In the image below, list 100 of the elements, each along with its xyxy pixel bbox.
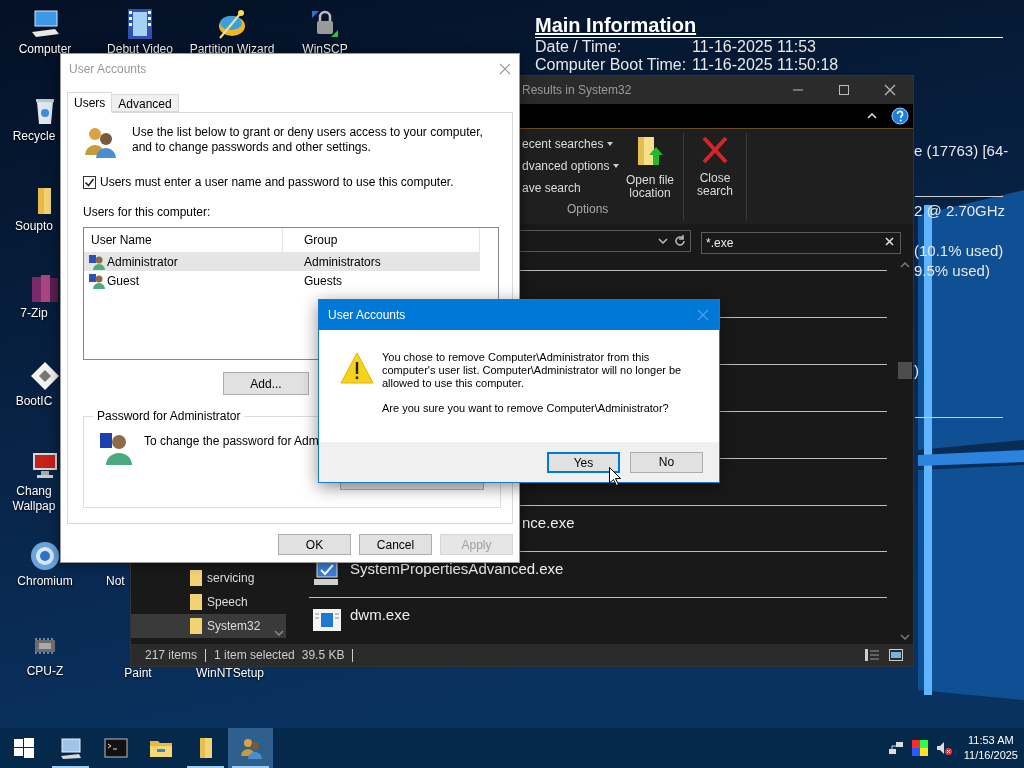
list-icon bbox=[865, 649, 879, 661]
dialog-button[interactable]: Cancel bbox=[359, 534, 432, 555]
file-name[interactable]: dwm.exe bbox=[350, 604, 411, 627]
chevron-up-icon bbox=[900, 262, 910, 268]
start-icon bbox=[14, 738, 34, 758]
network-icon bbox=[887, 740, 904, 756]
user-icon bbox=[89, 272, 105, 289]
diamond-icon bbox=[29, 360, 61, 392]
ribbon-button[interactable]: Open file location bbox=[621, 129, 679, 200]
icon-label[interactable]: BootIC bbox=[8, 394, 60, 409]
color-grid-icon bbox=[911, 740, 928, 756]
user-icon bbox=[89, 253, 105, 270]
info-label: Date / Time: bbox=[535, 38, 623, 56]
list-row[interactable]: Administrator Administrators bbox=[84, 252, 480, 271]
search-field[interactable]: *.exe bbox=[701, 232, 901, 254]
folder-icon bbox=[189, 593, 203, 611]
padlock-icon bbox=[309, 8, 341, 40]
info-text: 2 @ 2.70GHz bbox=[914, 202, 1006, 220]
group-label: Options bbox=[566, 201, 610, 218]
monitor-icon bbox=[29, 8, 61, 40]
tab[interactable]: Users bbox=[67, 92, 113, 113]
clock-time[interactable]: 11:53 AM bbox=[968, 733, 1014, 748]
status-text: 39.5 KB bbox=[301, 647, 345, 664]
folder-icon bbox=[189, 569, 203, 587]
chevron-down-icon bbox=[274, 630, 284, 636]
warning-icon bbox=[340, 352, 374, 384]
message-text: Are you sure you want to remove Computer\Administrator? bbox=[382, 402, 670, 415]
window-title: Results in System32 bbox=[521, 82, 632, 99]
ribbon-command[interactable]: ecent searches bbox=[522, 133, 621, 155]
speaker-muted-icon bbox=[935, 740, 952, 756]
clear-icon bbox=[885, 237, 894, 246]
dialog-title: User Accounts bbox=[328, 307, 407, 324]
group-name: Administrators bbox=[303, 253, 381, 271]
icon-label[interactable]: Paint bbox=[93, 666, 183, 681]
icon-label[interactable]: Soupto bbox=[8, 219, 60, 234]
file-name[interactable]: nce.exe bbox=[522, 512, 575, 535]
details-view-button[interactable] bbox=[863, 647, 881, 663]
dialog-button[interactable]: No bbox=[630, 451, 703, 473]
help-icon bbox=[891, 107, 909, 125]
user-icon bbox=[100, 431, 132, 465]
books-icon bbox=[29, 272, 61, 304]
chevron-up-icon bbox=[867, 113, 877, 119]
chevron-down-icon bbox=[658, 238, 668, 244]
dialog-button[interactable]: Yes bbox=[547, 451, 620, 473]
clock-date[interactable]: 11/16/2025 bbox=[963, 748, 1018, 763]
ribbon-button[interactable]: Close search bbox=[686, 129, 744, 224]
refresh-icon bbox=[674, 235, 686, 247]
close-icon bbox=[697, 309, 709, 321]
nav-item[interactable]: System32 bbox=[131, 614, 286, 638]
tiles-view-button[interactable] bbox=[887, 647, 905, 663]
tab[interactable]: Advanced bbox=[111, 94, 179, 112]
ring-icon bbox=[29, 540, 61, 572]
info-label: Computer Boot Time: bbox=[535, 56, 688, 74]
checkbox[interactable] bbox=[83, 175, 96, 189]
user-name: Administrator bbox=[107, 253, 178, 271]
list-row[interactable]: Guest Guests bbox=[84, 271, 480, 290]
users-icon bbox=[84, 125, 118, 159]
maximize-icon bbox=[836, 84, 852, 96]
help-button[interactable] bbox=[891, 107, 909, 125]
nav-item[interactable]: Speech bbox=[131, 590, 286, 614]
list-label: Users for this computer: bbox=[83, 204, 212, 221]
folder-arrow-icon bbox=[636, 135, 664, 167]
close-icon bbox=[882, 84, 898, 96]
ribbon-command[interactable]: ave search bbox=[522, 177, 621, 199]
computer-icon bbox=[58, 736, 83, 760]
folder-icon bbox=[189, 617, 203, 635]
chevron-down-icon bbox=[900, 634, 910, 640]
dialog-button[interactable]: OK bbox=[278, 534, 351, 555]
scrollbar-thumb[interactable] bbox=[898, 362, 912, 379]
icon-label[interactable]: Partition Wizard bbox=[187, 42, 277, 57]
cross-icon bbox=[701, 135, 729, 165]
tiles-icon bbox=[889, 649, 903, 661]
add-button[interactable]: Add... bbox=[223, 372, 309, 395]
color-grid-button[interactable] bbox=[911, 740, 928, 756]
icon-label[interactable]: WinNTSetup bbox=[185, 666, 275, 681]
check-icon bbox=[84, 176, 95, 188]
network-button[interactable] bbox=[887, 740, 904, 756]
terminal-icon bbox=[103, 736, 128, 760]
info-text: (10.1% used) bbox=[914, 242, 1004, 260]
icon-label[interactable]: Chang Wallpap bbox=[8, 484, 60, 514]
group-text: To change the password for Adm bbox=[144, 433, 319, 450]
ribbon-command[interactable]: dvanced options bbox=[522, 155, 621, 177]
group-title: Password for Administrator bbox=[96, 408, 242, 425]
info-text: e (17763) [64- bbox=[914, 142, 1009, 160]
icon-label[interactable]: CPU-Z bbox=[0, 664, 90, 679]
icon-label[interactable]: Chromium bbox=[0, 574, 90, 589]
icon-label[interactable]: Computer bbox=[0, 42, 90, 57]
user-name: Guest bbox=[107, 272, 139, 290]
intro-text: Use the list below to grant or deny users access to your computer, and to change passwords and other settings. bbox=[132, 125, 484, 156]
nav-item[interactable]: servicing bbox=[131, 566, 286, 590]
close-icon bbox=[499, 62, 511, 75]
checkbox-label[interactable]: Users must enter a user name and password to use this computer. bbox=[100, 173, 454, 191]
icon-label[interactable]: Not bbox=[106, 574, 130, 589]
users-icon bbox=[238, 736, 263, 760]
status-text: 217 items bbox=[145, 647, 198, 664]
info-value: 11-16-2025 11:53 bbox=[692, 38, 816, 56]
icon-label[interactable]: Recycle bbox=[8, 129, 60, 144]
icon-label[interactable]: 7-Zip bbox=[8, 306, 60, 321]
speaker-muted-button[interactable] bbox=[935, 740, 952, 756]
window-title: User Accounts bbox=[69, 60, 148, 78]
